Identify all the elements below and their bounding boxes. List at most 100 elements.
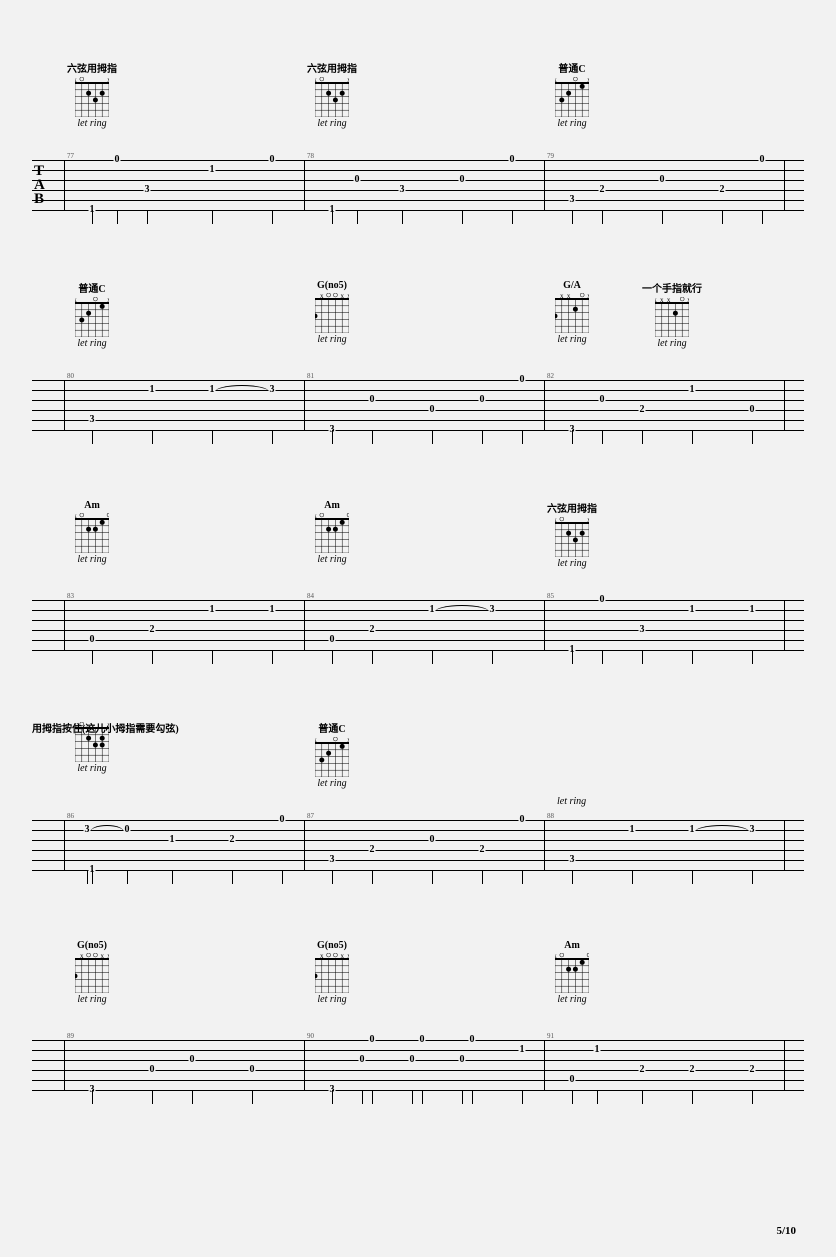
note-stem	[127, 870, 128, 884]
chord-diagram: xx	[315, 737, 349, 777]
tab-note: 3	[329, 855, 336, 865]
chord-block: 用拇指按住(这儿小拇指需要勾弦) xx let ring	[62, 720, 122, 774]
tab-note: 2	[689, 1065, 696, 1075]
note-stem	[482, 870, 483, 884]
tab-note: 1	[629, 825, 636, 835]
tab-note: 0	[189, 1055, 196, 1065]
tab-note: 0	[354, 175, 361, 185]
svg-text:x: x	[320, 293, 324, 300]
tab-note: 2	[369, 845, 376, 855]
measure-number: 84	[307, 592, 314, 600]
tab-note: 0	[329, 635, 336, 645]
chord-name: 一个手指就行	[642, 280, 702, 295]
tab-note: 0	[409, 1055, 416, 1065]
tie	[435, 605, 489, 612]
chord-block: G(no5) xxx let ring	[302, 940, 362, 1005]
measure-number: 79	[547, 152, 554, 160]
tab-staff: 80818231133000030210	[32, 370, 804, 442]
note-stem	[117, 210, 118, 224]
measure-number: 80	[67, 372, 74, 380]
technique-label: let ring	[302, 334, 362, 345]
barline	[784, 820, 785, 870]
chord-block: Am x let ring	[542, 940, 602, 1005]
tab-note: 0	[419, 1035, 426, 1045]
svg-text:x: x	[100, 953, 104, 960]
chord-diagram: x	[555, 953, 589, 993]
note-stem	[422, 1090, 423, 1104]
tab-note: 1	[689, 825, 696, 835]
note-stem	[522, 870, 523, 884]
svg-text:x: x	[107, 953, 109, 960]
measure-number: 91	[547, 1032, 554, 1040]
note-stem	[192, 1090, 193, 1104]
measure-number: 87	[307, 812, 314, 820]
chord-diagram: x	[75, 513, 109, 553]
technique-label: let ring	[62, 763, 122, 774]
chord-diagram: xx	[315, 77, 349, 117]
tab-note: 3	[639, 625, 646, 635]
note-stem	[92, 210, 93, 224]
chord-name: 六弦用拇指	[67, 60, 117, 75]
tab-note: 0	[124, 825, 131, 835]
chord-diagram: xxxx	[655, 297, 689, 337]
tab-note: 3	[569, 855, 576, 865]
barline	[64, 820, 65, 870]
svg-text:x: x	[80, 953, 84, 960]
measure-number: 83	[67, 592, 74, 600]
note-stem	[572, 1090, 573, 1104]
note-stem	[372, 870, 373, 884]
tab-note: 1	[429, 605, 436, 615]
chord-diagram: x	[315, 513, 349, 553]
tab-note: 1	[149, 385, 156, 395]
tab-note: 2	[479, 845, 486, 855]
barline	[784, 380, 785, 430]
tab-note: 0	[429, 835, 436, 845]
barline	[64, 1040, 65, 1090]
tab-note: 3	[399, 185, 406, 195]
note-stem	[752, 870, 753, 884]
tab-note: 0	[369, 1035, 376, 1045]
note-stem	[462, 1090, 463, 1104]
tab-note: 2	[639, 1065, 646, 1075]
svg-text:x: x	[667, 297, 671, 304]
tab-note: 0	[519, 375, 526, 385]
technique-label: let ring	[302, 778, 362, 789]
measure-number: 88	[547, 812, 554, 820]
tab-note: 1	[594, 1045, 601, 1055]
tab-note: 0	[149, 1065, 156, 1075]
chord-name: 普通C	[78, 280, 105, 295]
tab-note: 1	[689, 605, 696, 615]
barline	[544, 160, 545, 210]
chord-name: Am	[324, 500, 340, 511]
note-stem	[752, 430, 753, 444]
note-stem	[642, 650, 643, 664]
tie	[90, 825, 124, 832]
note-stem	[212, 650, 213, 664]
note-stem	[272, 650, 273, 664]
note-stem	[602, 430, 603, 444]
note-stem	[252, 1090, 253, 1104]
barline	[64, 600, 65, 650]
note-stem	[692, 430, 693, 444]
chord-block: 普通C xx let ring	[542, 60, 602, 129]
technique-label: let ring	[542, 558, 602, 569]
barline	[304, 600, 305, 650]
note-stem	[432, 430, 433, 444]
note-stem	[632, 870, 633, 884]
tab-system: Am x let ringAm x let ring六弦用拇指 xx let r…	[32, 500, 804, 662]
technique-label: let ring	[542, 118, 602, 129]
barline	[544, 600, 545, 650]
chord-name: G(no5)	[317, 940, 347, 951]
note-stem	[332, 210, 333, 224]
tab-note: 3	[569, 195, 576, 205]
chord-name: G(no5)	[317, 280, 347, 291]
svg-text:x: x	[320, 953, 324, 960]
tab-note: 2	[369, 625, 376, 635]
barline	[784, 600, 785, 650]
tab-note: 1	[749, 605, 756, 615]
tab-note: 3	[144, 185, 151, 195]
tab-note: 1	[209, 605, 216, 615]
note-stem	[357, 210, 358, 224]
tab-note: 1	[689, 385, 696, 395]
barline	[64, 160, 65, 210]
